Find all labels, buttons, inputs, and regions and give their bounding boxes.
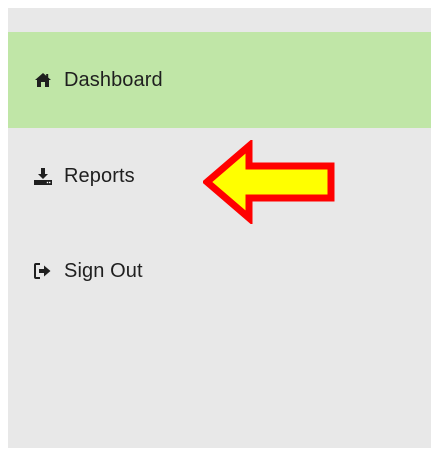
- sidebar-item-dashboard[interactable]: Dashboard: [8, 32, 431, 128]
- sign-out-icon: [34, 262, 52, 280]
- sidebar-item-sign-out[interactable]: Sign Out: [8, 223, 431, 319]
- screenshot-frame: Dashboard Reports Sign Out: [0, 0, 431, 455]
- sidebar-nav: Dashboard Reports Sign Out: [8, 8, 431, 448]
- download-icon: [34, 167, 52, 185]
- sidebar-item-label: Dashboard: [64, 69, 163, 91]
- sidebar-item-label: Reports: [64, 165, 135, 187]
- pointer-arrow-icon: [203, 140, 335, 224]
- home-icon: [34, 71, 52, 89]
- sidebar-item-label: Sign Out: [64, 260, 143, 282]
